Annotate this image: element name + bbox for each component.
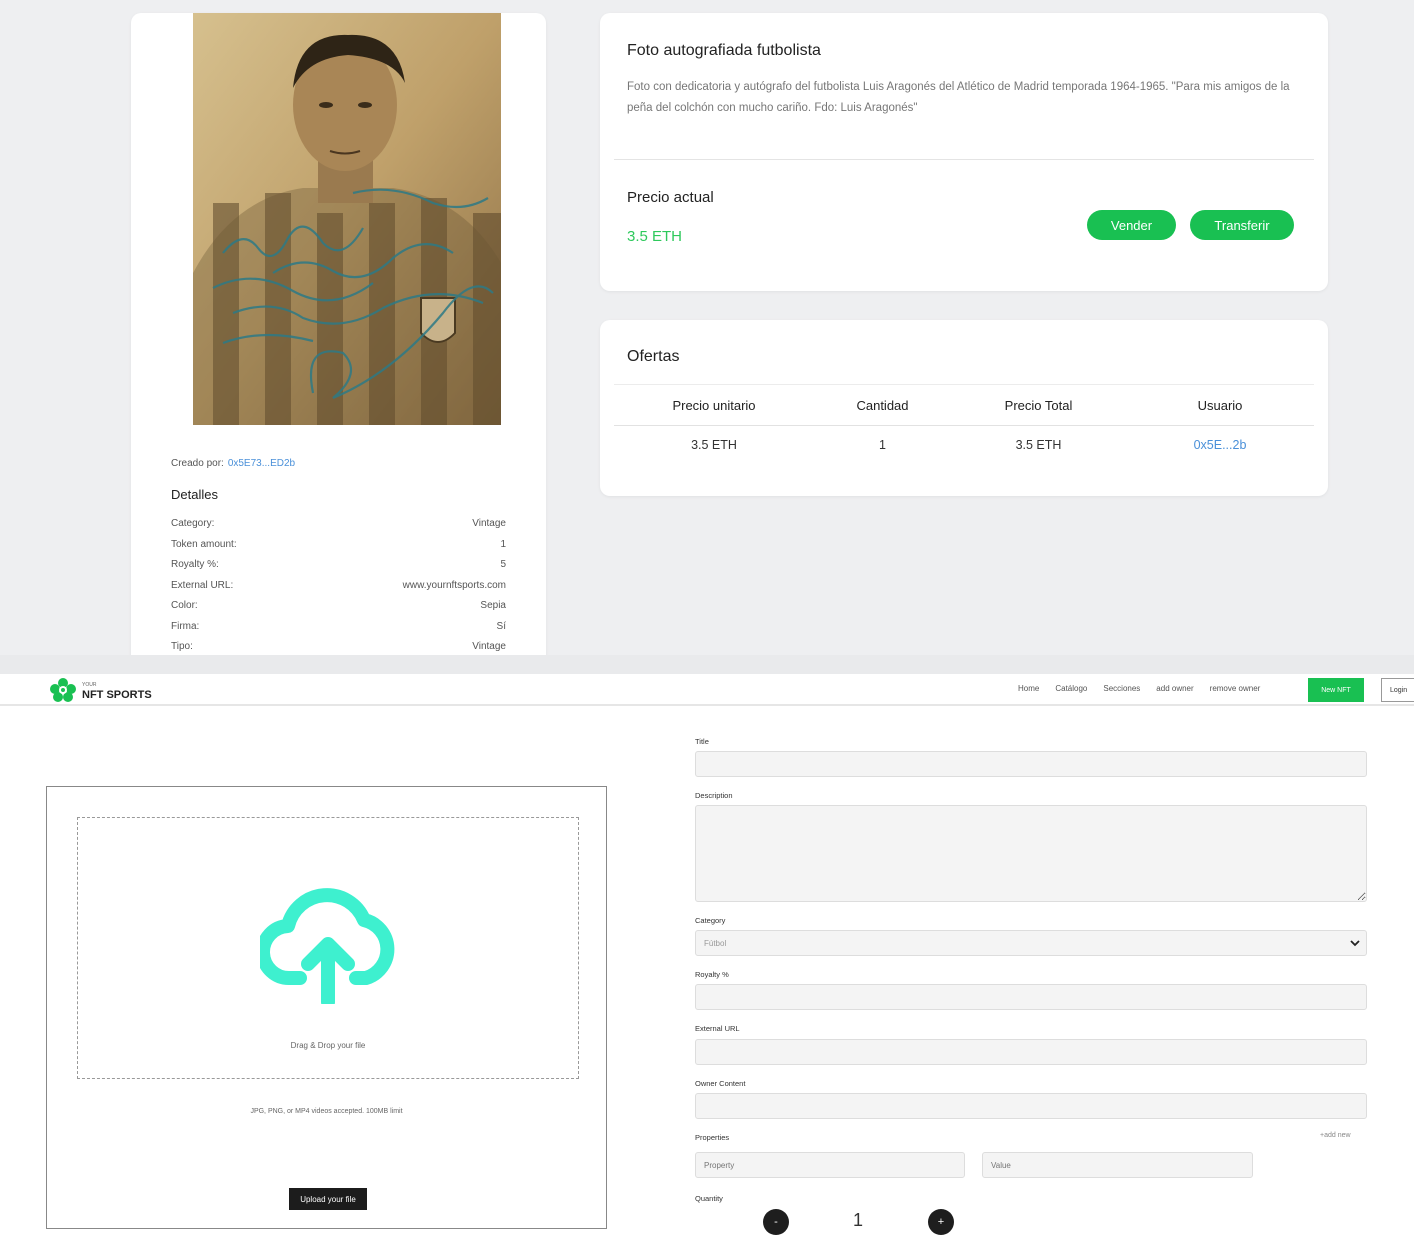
navbar: YOUR NFT SPORTS Home Catálogo Secciones … bbox=[0, 674, 1414, 706]
detail-key: Tipo: bbox=[171, 641, 193, 652]
detail-key: External URL: bbox=[171, 579, 234, 591]
login-button[interactable]: Login bbox=[1381, 678, 1414, 702]
nav-links: Home Catálogo Secciones add owner remove… bbox=[1018, 684, 1276, 693]
nav-catalogo[interactable]: Catálogo bbox=[1055, 684, 1087, 693]
offer-total: 3.5 ETH bbox=[1015, 438, 1062, 452]
external-url-input[interactable] bbox=[695, 1039, 1367, 1065]
quantity-increment-button[interactable]: + bbox=[928, 1209, 954, 1235]
detail-key: Category: bbox=[171, 518, 215, 529]
offers-header-row: Precio unitario Cantidad Precio Total Us… bbox=[614, 384, 1314, 426]
owner-content-label: Owner Content bbox=[695, 1079, 746, 1088]
detail-row-color: Color: Sepia bbox=[171, 600, 506, 621]
owner-content-input[interactable] bbox=[695, 1093, 1367, 1119]
cloud-upload-icon bbox=[260, 888, 395, 1004]
logo-small-text: YOUR bbox=[82, 682, 97, 688]
logo[interactable]: YOUR NFT SPORTS bbox=[50, 678, 152, 702]
transfer-button[interactable]: Transferir bbox=[1190, 210, 1294, 240]
category-label: Category bbox=[695, 916, 726, 925]
new-nft-button[interactable]: New NFT bbox=[1308, 678, 1364, 702]
detail-row-firma: Firma: Sí bbox=[171, 621, 506, 642]
property-input[interactable] bbox=[695, 1152, 965, 1178]
offers-table: Precio unitario Cantidad Precio Total Us… bbox=[614, 384, 1314, 464]
quantity-value: 1 bbox=[853, 1210, 864, 1230]
nav-secciones[interactable]: Secciones bbox=[1103, 684, 1140, 693]
detail-row-tipo: Tipo: Vintage bbox=[171, 641, 506, 655]
royalty-input[interactable] bbox=[695, 984, 1367, 1010]
nav-remove-owner[interactable]: remove owner bbox=[1210, 684, 1261, 693]
detail-value: Vintage bbox=[472, 518, 506, 529]
offer-unit-price: 3.5 ETH bbox=[691, 438, 737, 452]
detail-row-royalty: Royalty %: 5 bbox=[171, 559, 506, 580]
nav-add-owner[interactable]: add owner bbox=[1156, 684, 1193, 693]
detail-row-token-amount: Token amount: 1 bbox=[171, 539, 506, 560]
properties-label: Properties bbox=[695, 1133, 730, 1142]
detail-value: www.yournftsports.com bbox=[402, 579, 506, 591]
column-header: Cantidad bbox=[856, 397, 909, 413]
upload-panel: Drag & Drop your file JPG, PNG, or MP4 v… bbox=[46, 786, 607, 1229]
item-description: Foto con dedicatoria y autógrafo del fut… bbox=[627, 81, 1290, 114]
nft-detail-screenshot: Creado por: 0x5E73...ED2b Detalles Catego… bbox=[0, 0, 1414, 655]
create-nft-screenshot: YOUR NFT SPORTS Home Catálogo Secciones … bbox=[0, 674, 1414, 1247]
drop-zone[interactable]: Drag & Drop your file bbox=[77, 817, 579, 1079]
logo-main-text: NFT SPORTS bbox=[82, 689, 152, 701]
detail-key: Firma: bbox=[171, 620, 200, 632]
external-url-label: External URL bbox=[695, 1024, 740, 1033]
quantity-label: Quantity bbox=[695, 1194, 723, 1203]
offers-card: Ofertas Precio unitario Cantidad Precio … bbox=[600, 320, 1328, 496]
details-list: Category: Vintage Token amount: 1 Royalty … bbox=[171, 518, 506, 655]
add-new-property-link[interactable]: +add new bbox=[1320, 1132, 1351, 1139]
column-header: Precio Total bbox=[1004, 397, 1073, 413]
creator-line: Creado por: 0x5E73...ED2b bbox=[171, 458, 295, 469]
item-info-card: Foto autografiada futbolista Foto con de… bbox=[600, 13, 1328, 291]
title-label: Title bbox=[695, 737, 709, 746]
price-value: 3.5 ETH bbox=[627, 228, 683, 245]
detail-key: Token amount: bbox=[171, 538, 237, 550]
details-title: Detalles bbox=[171, 487, 218, 502]
drag-drop-text: Drag & Drop your file bbox=[290, 1041, 366, 1050]
nav-home[interactable]: Home bbox=[1018, 684, 1039, 693]
chevron-down-icon bbox=[1350, 940, 1360, 947]
logo-text: YOUR NFT SPORTS bbox=[82, 681, 152, 701]
description-label: Description bbox=[695, 791, 733, 800]
nft-media-card: Creado por: 0x5E73...ED2b Detalles Catego… bbox=[131, 13, 546, 655]
detail-key: Color: bbox=[171, 600, 198, 611]
quantity-decrement-button[interactable]: - bbox=[763, 1209, 789, 1235]
detail-row-external-url: External URL: www.yournftsports.com bbox=[171, 580, 506, 601]
creator-label: Creado por: bbox=[171, 458, 224, 469]
upload-file-button[interactable]: Upload your file bbox=[289, 1188, 367, 1210]
title-input[interactable] bbox=[695, 751, 1367, 777]
detail-key: Royalty %: bbox=[171, 559, 219, 570]
royalty-label: Royalty % bbox=[695, 970, 729, 979]
category-select[interactable]: Fútbol bbox=[695, 930, 1367, 956]
property-value-input[interactable] bbox=[982, 1152, 1253, 1178]
detail-value: Sepia bbox=[480, 600, 506, 611]
detail-value: Sí bbox=[496, 620, 506, 632]
column-header: Precio unitario bbox=[672, 397, 756, 413]
detail-row-category: Category: Vintage bbox=[171, 518, 506, 539]
column-header: Usuario bbox=[1197, 397, 1243, 413]
sell-button[interactable]: Vender bbox=[1087, 210, 1176, 240]
offers-title: Ofertas bbox=[627, 348, 680, 365]
creator-address-link[interactable]: 0x5E73...ED2b bbox=[228, 458, 295, 469]
description-input[interactable] bbox=[695, 805, 1367, 902]
table-row: 3.5 ETH 1 3.5 ETH 0x5E...2b bbox=[614, 426, 1314, 464]
divider bbox=[614, 159, 1314, 160]
accepted-formats-text: JPG, PNG, or MP4 videos accepted. 100MB … bbox=[250, 1108, 403, 1115]
detail-value: Vintage bbox=[472, 641, 506, 652]
detail-value: 1 bbox=[500, 538, 506, 550]
price-label: Precio actual bbox=[627, 189, 714, 206]
offer-quantity: 1 bbox=[879, 438, 886, 452]
item-title: Foto autografiada futbolista bbox=[627, 42, 821, 59]
detail-value: 5 bbox=[500, 559, 506, 570]
category-selected-value: Fútbol bbox=[704, 938, 727, 948]
flower-logo-icon bbox=[50, 678, 76, 702]
offer-user-link[interactable]: 0x5E...2b bbox=[1126, 438, 1314, 452]
nft-photo[interactable] bbox=[193, 13, 501, 425]
